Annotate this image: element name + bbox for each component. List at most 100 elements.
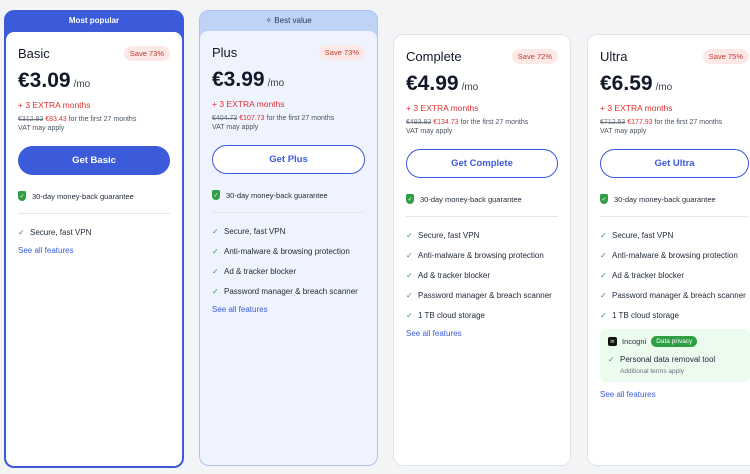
vat-note: VAT may apply [406,128,453,135]
list-item: ✓ Password manager & breach scanner [212,285,365,298]
list-item: ✓ Anti-malware & browsing protection [212,245,365,258]
list-item: ✓ Anti-malware & browsing protection [600,249,749,262]
check-icon: ✓ [406,311,413,320]
feature-text: Password manager & breach scanner [418,291,552,300]
list-item: ✓ Secure, fast VPN [212,225,365,238]
check-icon: ✓ [212,247,219,256]
check-icon: ✓ [600,251,607,260]
old-price: €404.73 [212,115,238,122]
list-item: ✓ Password manager & breach scanner [600,289,749,302]
see-all-features-link[interactable]: See all features [212,305,365,314]
guarantee-text: 30-day money-back guarantee [614,194,716,204]
list-item: ✓ Personal data removal tool [608,355,742,364]
shield-icon: ✓ [600,194,608,204]
check-icon: ✓ [212,287,219,296]
feature-text: Password manager & breach scanner [224,287,358,296]
save-badge: Save 73% [318,45,365,60]
list-item: ✓ 1 TB cloud storage [406,309,558,322]
plan-name: Plus [212,45,238,60]
price-amount: €4.99 [406,72,459,95]
plan-card-ultra: Ultra Save 75% €6.59 /mo + 3 EXTRA month… [587,34,750,466]
list-item: ✓ 1 TB cloud storage [600,309,749,322]
feature-list: ✓ Secure, fast VPN [18,226,170,239]
check-icon: ✓ [18,228,25,237]
list-item: ✓ Ad & tracker blocker [406,269,558,282]
incogni-addon: in Incogni Data privacy ✓ Personal data r… [600,329,750,382]
first-term-text: for the first 27 months [66,116,137,123]
check-icon: ✓ [406,271,413,280]
get-complete-button[interactable]: Get Complete [406,149,558,178]
shield-icon: ✓ [212,190,220,200]
get-basic-button[interactable]: Get Basic [18,146,170,175]
plan-name: Basic [18,46,50,61]
feature-text: Ad & tracker blocker [612,271,685,280]
feature-list: ✓ Secure, fast VPN ✓ Anti-malware & browsi… [600,229,749,322]
price-period: /mo [73,79,91,90]
new-price: €177.93 [627,119,653,126]
list-item: ✓ Anti-malware & browsing protection [406,249,558,262]
most-popular-banner: Most popular [68,16,120,25]
price: €6.59 /mo [600,72,749,96]
check-icon: ✓ [600,231,607,240]
first-term-price: €312.93 €83.43 for the first 27 months [18,116,170,123]
check-icon: ✓ [406,251,413,260]
feature-text: 1 TB cloud storage [418,311,486,320]
feature-text: Secure, fast VPN [224,227,286,236]
list-item: ✓ Secure, fast VPN [600,229,749,242]
shield-icon: ✓ [18,191,26,201]
list-item: ✓ Ad & tracker blocker [600,269,749,282]
plan-card-body: Ultra Save 75% €6.59 /mo + 3 EXTRA month… [588,35,750,465]
list-item: ✓ Secure, fast VPN [406,229,558,242]
list-item: ✓ Ad & tracker blocker [212,265,365,278]
plan-card-plus: ✧ Best value Plus Save 73% €3.99 /mo + 3… [199,10,378,466]
check-icon: ✓ [608,355,615,364]
price-amount: €3.09 [18,69,71,92]
new-price: €134.73 [433,119,459,126]
feature-text: Secure, fast VPN [418,231,480,240]
see-all-features-link[interactable]: See all features [18,246,170,255]
incogni-logo-icon: in [608,337,617,346]
price-period: /mo [267,78,285,89]
plan-card-complete: Complete Save 72% €4.99 /mo + 3 EXTRA mo… [393,34,571,466]
extra-months: + 3 EXTRA months [600,103,673,113]
feature-text: Secure, fast VPN [30,228,92,237]
old-price: €493.83 [406,119,432,126]
data-privacy-badge: Data privacy [651,336,698,347]
vat-note: VAT may apply [600,128,647,135]
save-badge: Save 75% [702,49,749,64]
best-value-text: Best value [274,16,312,25]
see-all-features-link[interactable]: See all features [406,329,558,338]
feature-text: Anti-malware & browsing protection [418,251,544,260]
plan-name: Ultra [600,49,628,64]
extra-months: + 3 EXTRA months [406,103,479,113]
first-term-price: €493.83 €134.73 for the first 27 months [406,119,558,126]
new-price: €107.73 [239,115,265,122]
old-price: €312.93 [18,116,44,123]
money-back-guarantee: ✓ 30-day money-back guarantee [406,194,558,217]
check-icon: ✓ [406,231,413,240]
first-term-text: for the first 27 months [264,115,335,122]
vat-note: VAT may apply [212,124,259,131]
extra-months: + 3 EXTRA months [212,99,285,109]
first-term-price: €712.53 €177.93 for the first 27 months [600,119,749,126]
feature-text: Ad & tracker blocker [418,271,491,280]
feature-text: 1 TB cloud storage [612,311,680,320]
additional-terms-note: Additional terms apply [620,368,684,375]
feature-text: Anti-malware & browsing protection [224,247,350,256]
price-amount: €6.59 [600,72,653,95]
money-back-guarantee: ✓ 30-day money-back guarantee [18,191,170,214]
see-all-features-link[interactable]: See all features [600,390,749,399]
check-icon: ✓ [212,227,219,236]
feature-text: Secure, fast VPN [612,231,674,240]
feature-text: Ad & tracker blocker [224,267,297,276]
new-price: €83.43 [45,116,67,123]
feature-text: Anti-malware & browsing protection [612,251,738,260]
first-term-text: for the first 27 months [652,119,723,126]
feature-text: Password manager & breach scanner [612,291,746,300]
plan-card-basic: Most popular Basic Save 73% €3.09 /mo + … [4,10,184,468]
get-ultra-button[interactable]: Get Ultra [600,149,749,178]
guarantee-text: 30-day money-back guarantee [420,194,522,204]
get-plus-button[interactable]: Get Plus [212,145,365,174]
plan-card-body: Complete Save 72% €4.99 /mo + 3 EXTRA mo… [394,35,570,465]
extra-months: + 3 EXTRA months [18,100,91,110]
